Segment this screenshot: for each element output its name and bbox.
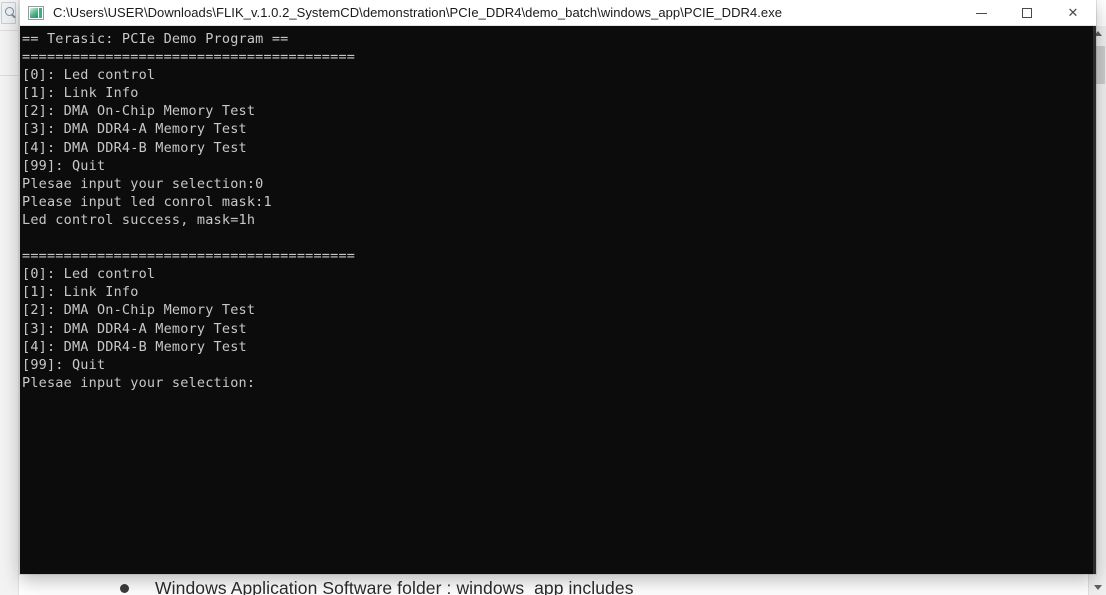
toolbar-divider — [0, 30, 18, 31]
console-scrollbar[interactable] — [1093, 26, 1096, 574]
console-line: [1]: Link Info — [22, 284, 139, 301]
console-output[interactable]: == Terasic: PCIe Demo Program == ========… — [20, 26, 1096, 574]
console-line: [3]: DMA DDR4-A Memory Test — [22, 121, 247, 138]
close-icon: ✕ — [1067, 5, 1079, 21]
icon-pane-right — [39, 7, 42, 18]
console-line: [1]: Link Info — [22, 85, 139, 102]
console-line: ======================================== — [22, 248, 356, 265]
toolbar-divider-2 — [0, 75, 18, 76]
console-line: [99]: Quit — [22, 356, 106, 373]
bullet-icon — [120, 584, 129, 593]
console-line: Plesae input your selection:0 — [22, 175, 264, 192]
scroll-down-arrow-icon[interactable] — [1089, 580, 1106, 595]
document-bullet-item: Windows Application Software folder : wi… — [120, 578, 634, 595]
maximize-button[interactable] — [1004, 0, 1050, 26]
console-line: Led control success, mask=1h — [22, 211, 256, 228]
document-left-toolbar — [0, 0, 19, 595]
document-bullet-text: Windows Application Software folder : wi… — [155, 578, 634, 595]
screen: Windows Application Software folder : wi… — [0, 0, 1106, 595]
console-line: [99]: Quit — [22, 157, 106, 174]
console-line: Plesae input your selection: — [22, 374, 256, 391]
window-controls: ✕ — [958, 0, 1096, 26]
search-icon[interactable] — [1, 2, 16, 24]
console-line: [3]: DMA DDR4-A Memory Test — [22, 320, 247, 337]
console-line: [2]: DMA On-Chip Memory Test — [22, 103, 256, 120]
console-line: [4]: DMA DDR4-B Memory Test — [22, 338, 247, 355]
console-line: == Terasic: PCIe Demo Program == — [22, 31, 289, 47]
icon-pane-left — [30, 7, 38, 18]
console-line: [2]: DMA On-Chip Memory Test — [22, 302, 256, 319]
console-app-icon — [28, 5, 44, 20]
console-line: [0]: Led control — [22, 266, 156, 283]
window-title: C:\Users\USER\Downloads\FLIK_v.1.0.2_Sys… — [53, 5, 783, 20]
close-button[interactable]: ✕ — [1050, 0, 1096, 26]
minimize-icon — [975, 12, 987, 14]
console-line: [4]: DMA DDR4-B Memory Test — [22, 139, 247, 156]
maximize-icon — [1022, 8, 1032, 18]
console-line: ======================================== — [22, 49, 356, 66]
console-line: Please input led conrol mask:1 — [22, 193, 272, 210]
console-window[interactable]: C:\Users\USER\Downloads\FLIK_v.1.0.2_Sys… — [20, 0, 1096, 574]
console-line: [0]: Led control — [22, 67, 156, 84]
minimize-button[interactable] — [958, 0, 1004, 26]
window-titlebar[interactable]: C:\Users\USER\Downloads\FLIK_v.1.0.2_Sys… — [20, 0, 1096, 26]
